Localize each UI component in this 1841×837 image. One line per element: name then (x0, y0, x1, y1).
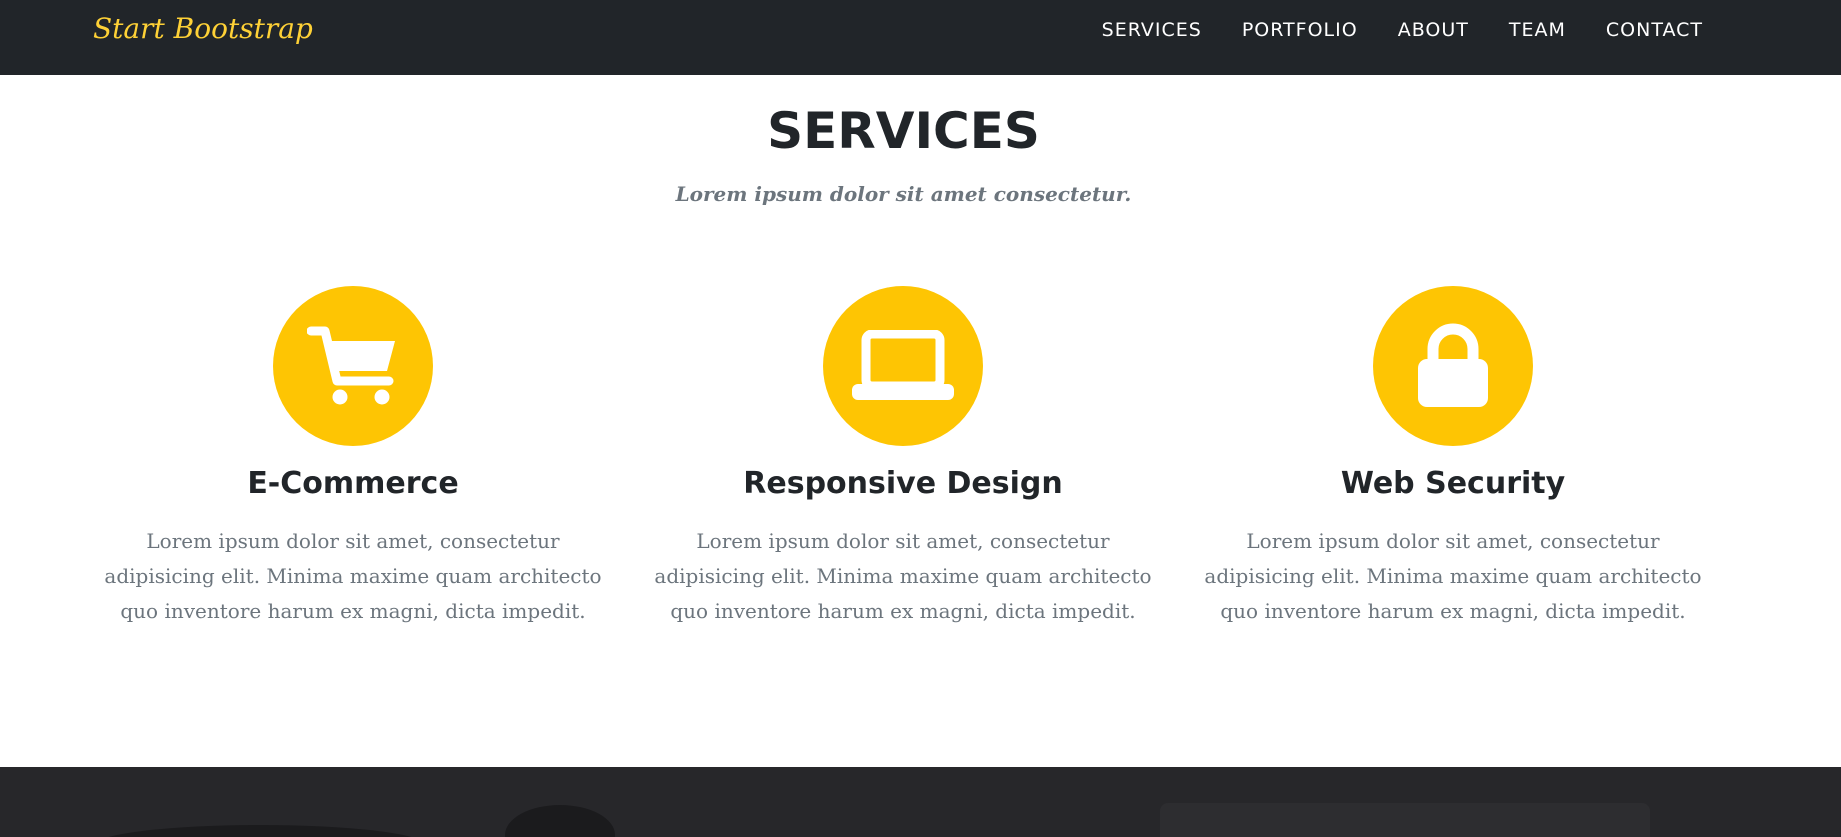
service-description: Lorem ipsum dolor sit amet, consectetur … (1204, 529, 1702, 623)
background-photo (1160, 803, 1650, 837)
background-photo (505, 805, 615, 837)
service-description: Lorem ipsum dolor sit amet, consectetur … (104, 529, 602, 623)
nav-link-about[interactable]: ABOUT (1398, 19, 1469, 41)
background-photo (95, 825, 425, 837)
service-heading: Responsive Design (743, 466, 1063, 501)
nav-link-portfolio[interactable]: PORTFOLIO (1242, 19, 1358, 41)
icon-circle (823, 286, 983, 446)
brand-logo-link[interactable]: Start Bootstrap (93, 10, 313, 48)
nav-link-contact[interactable]: CONTACT (1606, 19, 1703, 41)
section-subtitle: Lorem ipsum dolor sit amet consectetur. (675, 182, 1132, 206)
nav-link-services[interactable]: SERVICES (1102, 19, 1202, 41)
shopping-cart-icon (307, 326, 395, 405)
service-web-security: Web Security Lorem ipsum dolor sit amet,… (1203, 286, 1703, 629)
service-heading: Web Security (1340, 466, 1566, 501)
service-heading: E-Commerce (247, 466, 459, 501)
service-description: Lorem ipsum dolor sit amet, consectetur … (654, 529, 1152, 623)
laptop-icon (852, 330, 954, 400)
service-responsive-design: Responsive Design Lorem ipsum dolor sit … (653, 286, 1153, 629)
portfolio-section-top (0, 767, 1841, 837)
navbar: Start Bootstrap SERVICES PORTFOLIO ABOUT… (0, 0, 1841, 75)
icon-circle (273, 286, 433, 446)
service-ecommerce: E-Commerce Lorem ipsum dolor sit amet, c… (103, 286, 603, 629)
nav-link-team[interactable]: TEAM (1509, 19, 1566, 41)
section-title: SERVICES (767, 102, 1040, 160)
lock-icon (1418, 323, 1488, 407)
icon-circle (1373, 286, 1533, 446)
nav-menu: SERVICES PORTFOLIO ABOUT TEAM CONTACT (1102, 0, 1703, 60)
